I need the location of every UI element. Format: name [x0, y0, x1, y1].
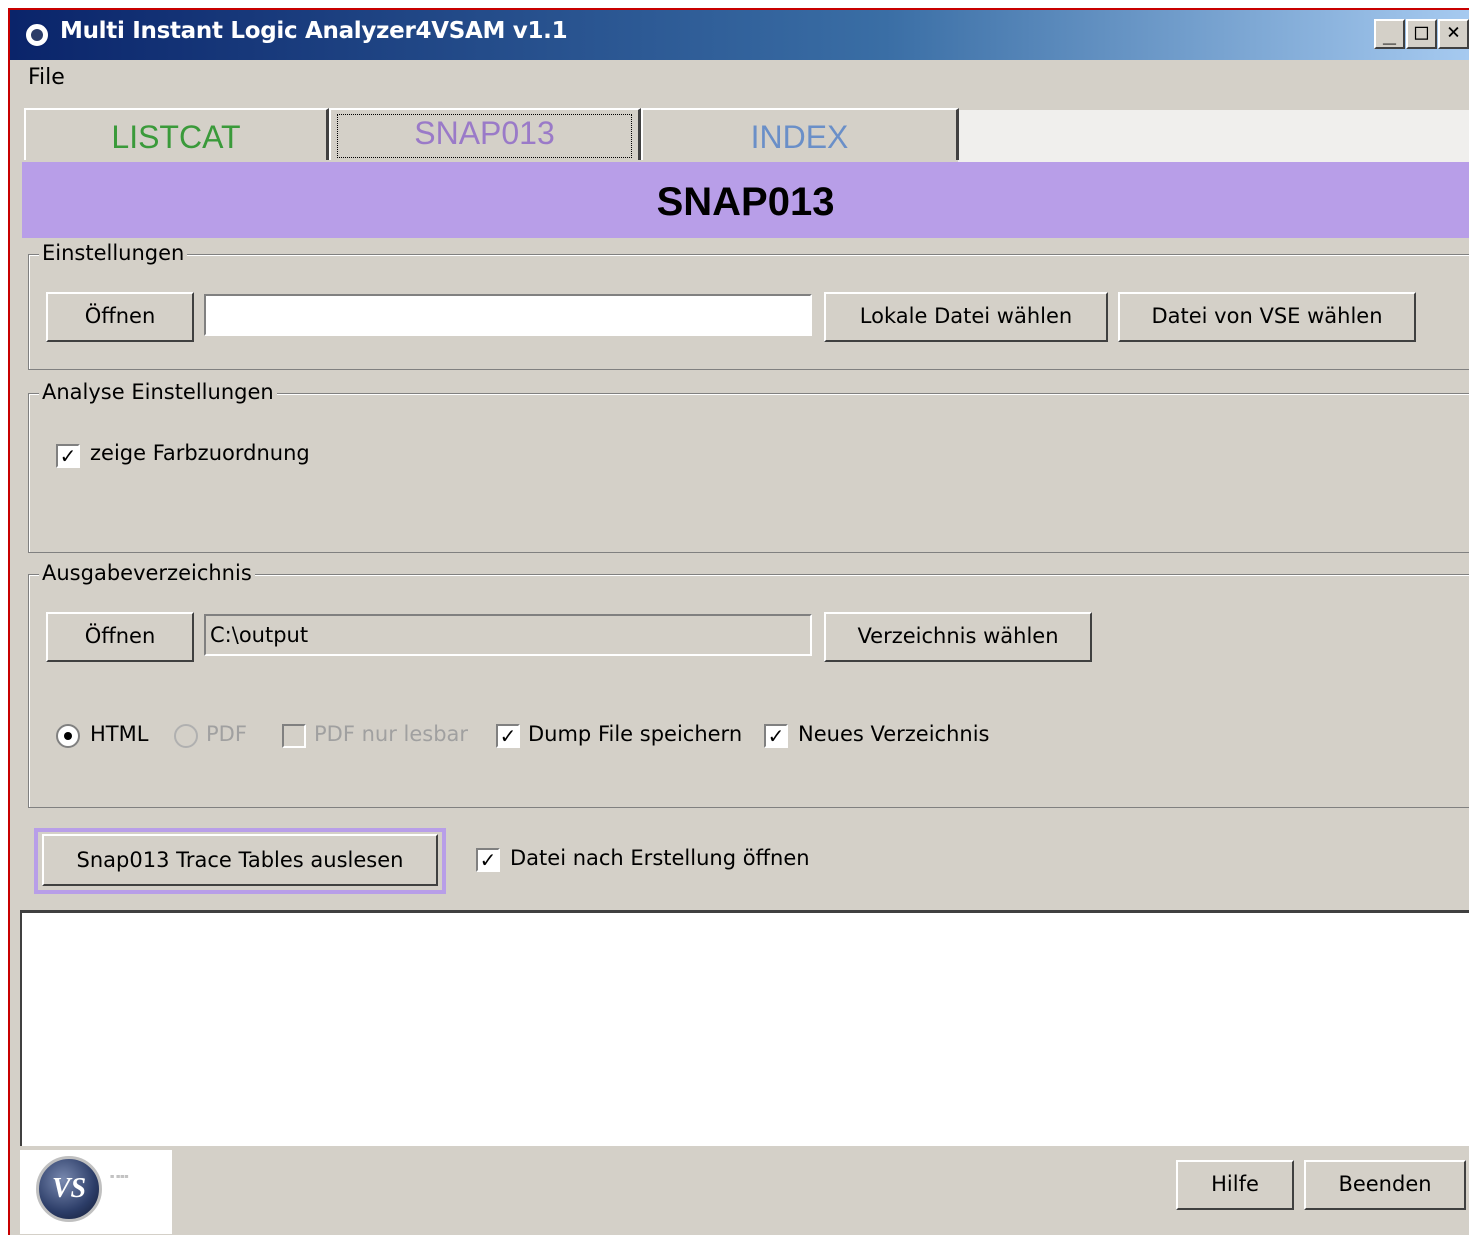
help-button[interactable]: Hilfe [1176, 1160, 1294, 1210]
color-mapping-label: zeige Farbzuordnung [90, 441, 310, 465]
menu-bar: File [10, 60, 1469, 96]
file-path-input[interactable] [204, 294, 812, 336]
app-window: Multi Instant Logic Analyzer4VSAM v1.1 _… [8, 8, 1469, 1235]
vs-logo: VS ≡ ≡≡≡ [20, 1150, 172, 1234]
pdf-readonly-label: PDF nur lesbar [314, 722, 469, 746]
title-bar[interactable]: Multi Instant Logic Analyzer4VSAM v1.1 _… [10, 10, 1469, 60]
exit-button[interactable]: Beenden [1304, 1160, 1466, 1210]
tab-index[interactable]: INDEX [641, 108, 959, 160]
group-ausgabe-legend: Ausgabeverzeichnis [39, 561, 255, 585]
tab-strip: LISTCAT SNAP013 INDEX [24, 108, 1469, 162]
open-dir-button[interactable]: Öffnen [46, 612, 194, 662]
open-after-checkbox[interactable]: ✓ [476, 848, 500, 872]
pdf-radio[interactable] [174, 724, 198, 748]
pdf-readonly-checkbox[interactable] [282, 724, 306, 748]
tab-snap013[interactable]: SNAP013 [329, 108, 641, 160]
html-radio[interactable] [56, 724, 80, 748]
group-ausgabe: Ausgabeverzeichnis [28, 561, 1469, 808]
color-mapping-checkbox[interactable]: ✓ [56, 444, 80, 468]
window-title: Multi Instant Logic Analyzer4VSAM v1.1 [60, 18, 568, 44]
read-trace-tables-button[interactable]: Snap013 Trace Tables auslesen [42, 834, 438, 886]
open-after-label: Datei nach Erstellung öffnen [510, 846, 810, 870]
html-radio-label: HTML [90, 722, 149, 746]
new-dir-checkbox[interactable]: ✓ [764, 724, 788, 748]
dump-file-label: Dump File speichern [528, 722, 743, 746]
maximize-button[interactable]: □ [1406, 19, 1437, 49]
open-file-button[interactable]: Öffnen [46, 292, 194, 342]
pdf-radio-label: PDF [206, 722, 247, 746]
dump-file-checkbox[interactable]: ✓ [496, 724, 520, 748]
group-einstellungen-legend: Einstellungen [39, 241, 188, 265]
local-file-button[interactable]: Lokale Datei wählen [824, 292, 1108, 342]
group-analyse-legend: Analyse Einstellungen [39, 380, 277, 404]
app-icon[interactable] [24, 22, 50, 48]
vse-file-button[interactable]: Datei von VSE wählen [1118, 292, 1416, 342]
output-textarea[interactable] [20, 910, 1469, 1146]
output-dir-input[interactable]: C:\output [204, 614, 812, 656]
page-banner: SNAP013 [22, 162, 1469, 238]
choose-dir-button[interactable]: Verzeichnis wählen [824, 612, 1092, 662]
close-button[interactable]: × [1438, 19, 1469, 49]
tab-listcat[interactable]: LISTCAT [24, 108, 329, 160]
menu-file[interactable]: File [28, 65, 65, 90]
minimize-button[interactable]: _ [1374, 19, 1405, 49]
group-analyse: Analyse Einstellungen [28, 380, 1469, 553]
tab-focus-rect [337, 114, 632, 158]
vs-logo-caption: ≡ ≡≡≡ [110, 1174, 129, 1181]
new-dir-label: Neues Verzeichnis [798, 722, 990, 746]
vs-logo-mark: VS [36, 1156, 102, 1222]
